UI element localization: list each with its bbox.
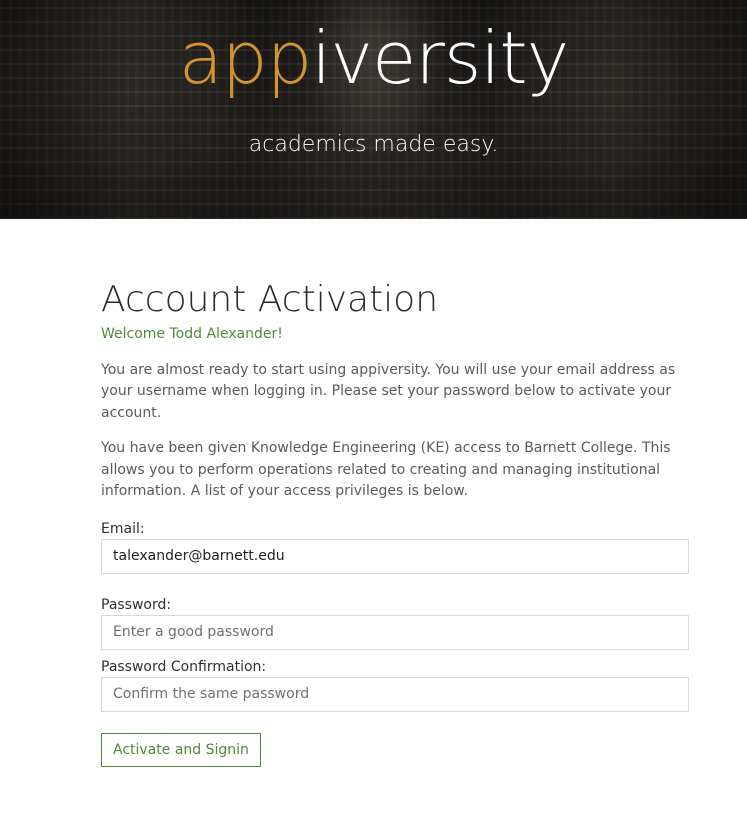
email-label: Email:: [101, 520, 145, 537]
password-confirmation-label: Password Confirmation:: [101, 658, 267, 675]
page-title: Account Activation: [101, 279, 439, 320]
activate-signin-button[interactable]: Activate and Signin: [101, 732, 261, 767]
welcome-message: Welcome Todd Alexander!: [101, 325, 283, 342]
activation-form: Email: Password: Password Confirmation: …: [101, 521, 689, 767]
activation-content: Account Activation Welcome Todd Alexande…: [101, 219, 689, 767]
password-field[interactable]: [101, 614, 689, 650]
access-paragraph: You have been given Knowledge Engineerin…: [101, 440, 671, 500]
logo-part-app: app: [178, 16, 313, 100]
password-confirmation-field[interactable]: [101, 676, 689, 712]
password-label: Password:: [101, 596, 172, 613]
app-logo: appiversity: [0, 22, 747, 94]
logo-part-iversity: iversity: [311, 16, 569, 100]
tagline: academics made easy.: [248, 132, 499, 157]
header-banner: appiversity academics made easy.: [0, 0, 747, 219]
email-field[interactable]: [101, 538, 689, 574]
intro-paragraph: You are almost ready to start using appi…: [101, 361, 676, 421]
